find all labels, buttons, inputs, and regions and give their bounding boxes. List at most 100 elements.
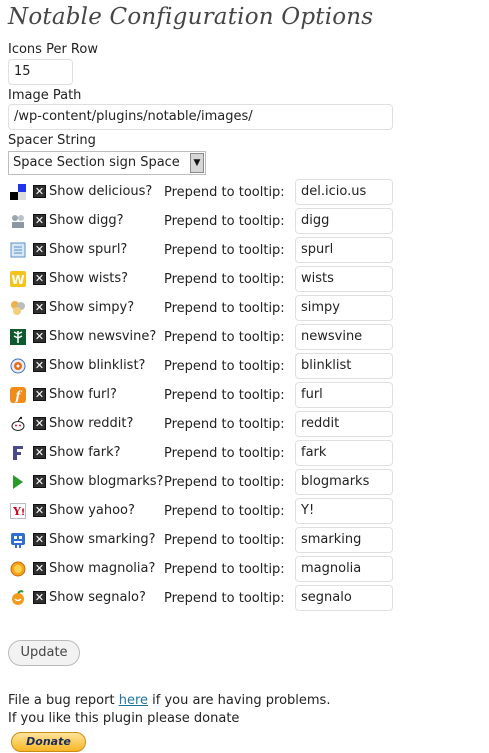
- smarking-icon: [11, 533, 25, 548]
- show-label: Show blogmarks?: [49, 474, 164, 489]
- site-row-blogmarks: ✕ Show blogmarks? Prepend to tooltip: bl…: [0, 469, 489, 498]
- prepend-label: Prepend to tooltip:: [164, 185, 285, 200]
- prepend-label: Prepend to tooltip:: [164, 243, 285, 258]
- tooltip-input[interactable]: furl: [295, 382, 393, 408]
- site-row-magnolia: ✕ Show magnolia? Prepend to tooltip: mag…: [0, 556, 489, 585]
- yahoo-icon: Y !: [10, 503, 26, 519]
- site-row-fark: ✕ Show fark? Prepend to tooltip: fark: [0, 440, 489, 469]
- image-path-label: Image Path: [8, 88, 82, 103]
- show-checkbox[interactable]: ✕: [33, 359, 46, 372]
- show-checkbox[interactable]: ✕: [33, 388, 46, 401]
- bug-report-suffix: if you are having problems.: [148, 693, 331, 708]
- fark-icon: [13, 446, 23, 460]
- prepend-label: Prepend to tooltip:: [164, 475, 285, 490]
- site-row-smarking: ✕ Show smarking? Prepend to tooltip: sma…: [0, 527, 489, 556]
- prepend-label: Prepend to tooltip:: [164, 417, 285, 432]
- image-path-input[interactable]: /wp-content/plugins/notable/images/: [8, 104, 393, 130]
- prepend-label: Prepend to tooltip:: [164, 359, 285, 374]
- site-row-digg: ✕ Show digg? Prepend to tooltip: digg: [0, 208, 489, 237]
- svg-text:W: W: [11, 273, 24, 287]
- site-row-segnalo: ✕ Show segnalo? Prepend to tooltip: segn…: [0, 585, 489, 614]
- site-row-spurl: ✕ Show spurl? Prepend to tooltip: spurl: [0, 237, 489, 266]
- show-checkbox[interactable]: ✕: [33, 330, 46, 343]
- newsvine-icon: [10, 329, 26, 345]
- reddit-icon: [11, 416, 25, 431]
- icons-per-row-label: Icons Per Row: [8, 42, 98, 57]
- tooltip-input[interactable]: spurl: [295, 237, 393, 263]
- icons-per-row-input[interactable]: 15: [8, 59, 73, 85]
- show-checkbox[interactable]: ✕: [33, 214, 46, 227]
- prepend-label: Prepend to tooltip:: [164, 214, 285, 229]
- show-checkbox[interactable]: ✕: [33, 272, 46, 285]
- digg-icon: [12, 215, 24, 228]
- spurl-icon: [10, 242, 26, 258]
- simpy-icon: [11, 301, 25, 315]
- show-checkbox[interactable]: ✕: [33, 243, 46, 256]
- show-label: Show blinklist?: [49, 358, 146, 373]
- spacer-string-value: Space Section sign Space: [13, 155, 180, 170]
- update-button[interactable]: Update: [8, 640, 80, 666]
- tooltip-input[interactable]: blogmarks: [295, 469, 393, 495]
- magnolia-icon: [10, 561, 26, 577]
- prepend-label: Prepend to tooltip:: [164, 330, 285, 345]
- tooltip-input[interactable]: segnalo: [295, 585, 393, 611]
- show-checkbox[interactable]: ✕: [33, 504, 46, 517]
- show-label: Show smarking?: [49, 532, 156, 547]
- show-label: Show digg?: [49, 213, 124, 228]
- chevron-down-icon[interactable]: ▼: [190, 153, 204, 173]
- tooltip-input[interactable]: blinklist: [295, 353, 393, 379]
- donate-text: If you like this plugin please donate: [8, 711, 240, 726]
- prepend-label: Prepend to tooltip:: [164, 272, 285, 287]
- show-label: Show newsvine?: [49, 329, 157, 344]
- show-label: Show reddit?: [49, 416, 134, 431]
- show-checkbox[interactable]: ✕: [33, 533, 46, 546]
- tooltip-input[interactable]: smarking: [295, 527, 393, 553]
- tooltip-input[interactable]: fark: [295, 440, 393, 466]
- bug-report-link[interactable]: here: [119, 693, 148, 708]
- show-checkbox[interactable]: ✕: [33, 301, 46, 314]
- page-title: Notable Configuration Options: [8, 4, 374, 30]
- site-row-newsvine: ✕ Show newsvine? Prepend to tooltip: new…: [0, 324, 489, 353]
- prepend-label: Prepend to tooltip:: [164, 301, 285, 316]
- bug-report-prefix: File a bug report: [8, 693, 119, 708]
- tooltip-input[interactable]: simpy: [295, 295, 393, 321]
- show-checkbox[interactable]: ✕: [33, 446, 46, 459]
- show-label: Show furl?: [49, 387, 117, 402]
- prepend-label: Prepend to tooltip:: [164, 388, 285, 403]
- show-label: Show fark?: [49, 445, 121, 460]
- prepend-label: Prepend to tooltip:: [164, 446, 285, 461]
- tooltip-input[interactable]: newsvine: [295, 324, 393, 350]
- segnalo-icon: [12, 590, 24, 605]
- site-row-yahoo: Y ! ✕ Show yahoo? Prepend to tooltip: Y!: [0, 498, 489, 527]
- show-label: Show yahoo?: [49, 503, 135, 518]
- svg-text:Y: Y: [12, 505, 21, 518]
- svg-text:!: !: [21, 508, 25, 518]
- site-row-delicious: ✕ Show delicious? Prepend to tooltip: de…: [0, 179, 489, 208]
- prepend-label: Prepend to tooltip:: [164, 533, 285, 548]
- show-label: Show segnalo?: [49, 590, 146, 605]
- donate-button[interactable]: Donate: [11, 732, 86, 752]
- prepend-label: Prepend to tooltip:: [164, 504, 285, 519]
- show-checkbox[interactable]: ✕: [33, 417, 46, 430]
- tooltip-input[interactable]: digg: [295, 208, 393, 234]
- show-checkbox[interactable]: ✕: [33, 185, 46, 198]
- site-row-wists: W ✕ Show wists? Prepend to tooltip: wist…: [0, 266, 489, 295]
- spacer-string-select[interactable]: Space Section sign Space ▼: [8, 151, 206, 175]
- show-checkbox[interactable]: ✕: [33, 591, 46, 604]
- show-label: Show magnolia?: [49, 561, 156, 576]
- site-row-reddit: ✕ Show reddit? Prepend to tooltip: reddi…: [0, 411, 489, 440]
- show-checkbox[interactable]: ✕: [33, 562, 46, 575]
- bug-report-text: File a bug report here if you are having…: [8, 693, 330, 708]
- tooltip-input[interactable]: magnolia: [295, 556, 393, 582]
- tooltip-input[interactable]: del.icio.us: [295, 179, 393, 205]
- tooltip-input[interactable]: Y!: [295, 498, 393, 524]
- tooltip-input[interactable]: reddit: [295, 411, 393, 437]
- prepend-label: Prepend to tooltip:: [164, 591, 285, 606]
- site-row-simpy: ✕ Show simpy? Prepend to tooltip: simpy: [0, 295, 489, 324]
- delicious-icon: [10, 184, 26, 200]
- show-label: Show simpy?: [49, 300, 135, 315]
- blogmarks-icon: [13, 475, 23, 489]
- tooltip-input[interactable]: wists: [295, 266, 393, 292]
- wists-icon: W: [10, 271, 26, 287]
- show-checkbox[interactable]: ✕: [33, 475, 46, 488]
